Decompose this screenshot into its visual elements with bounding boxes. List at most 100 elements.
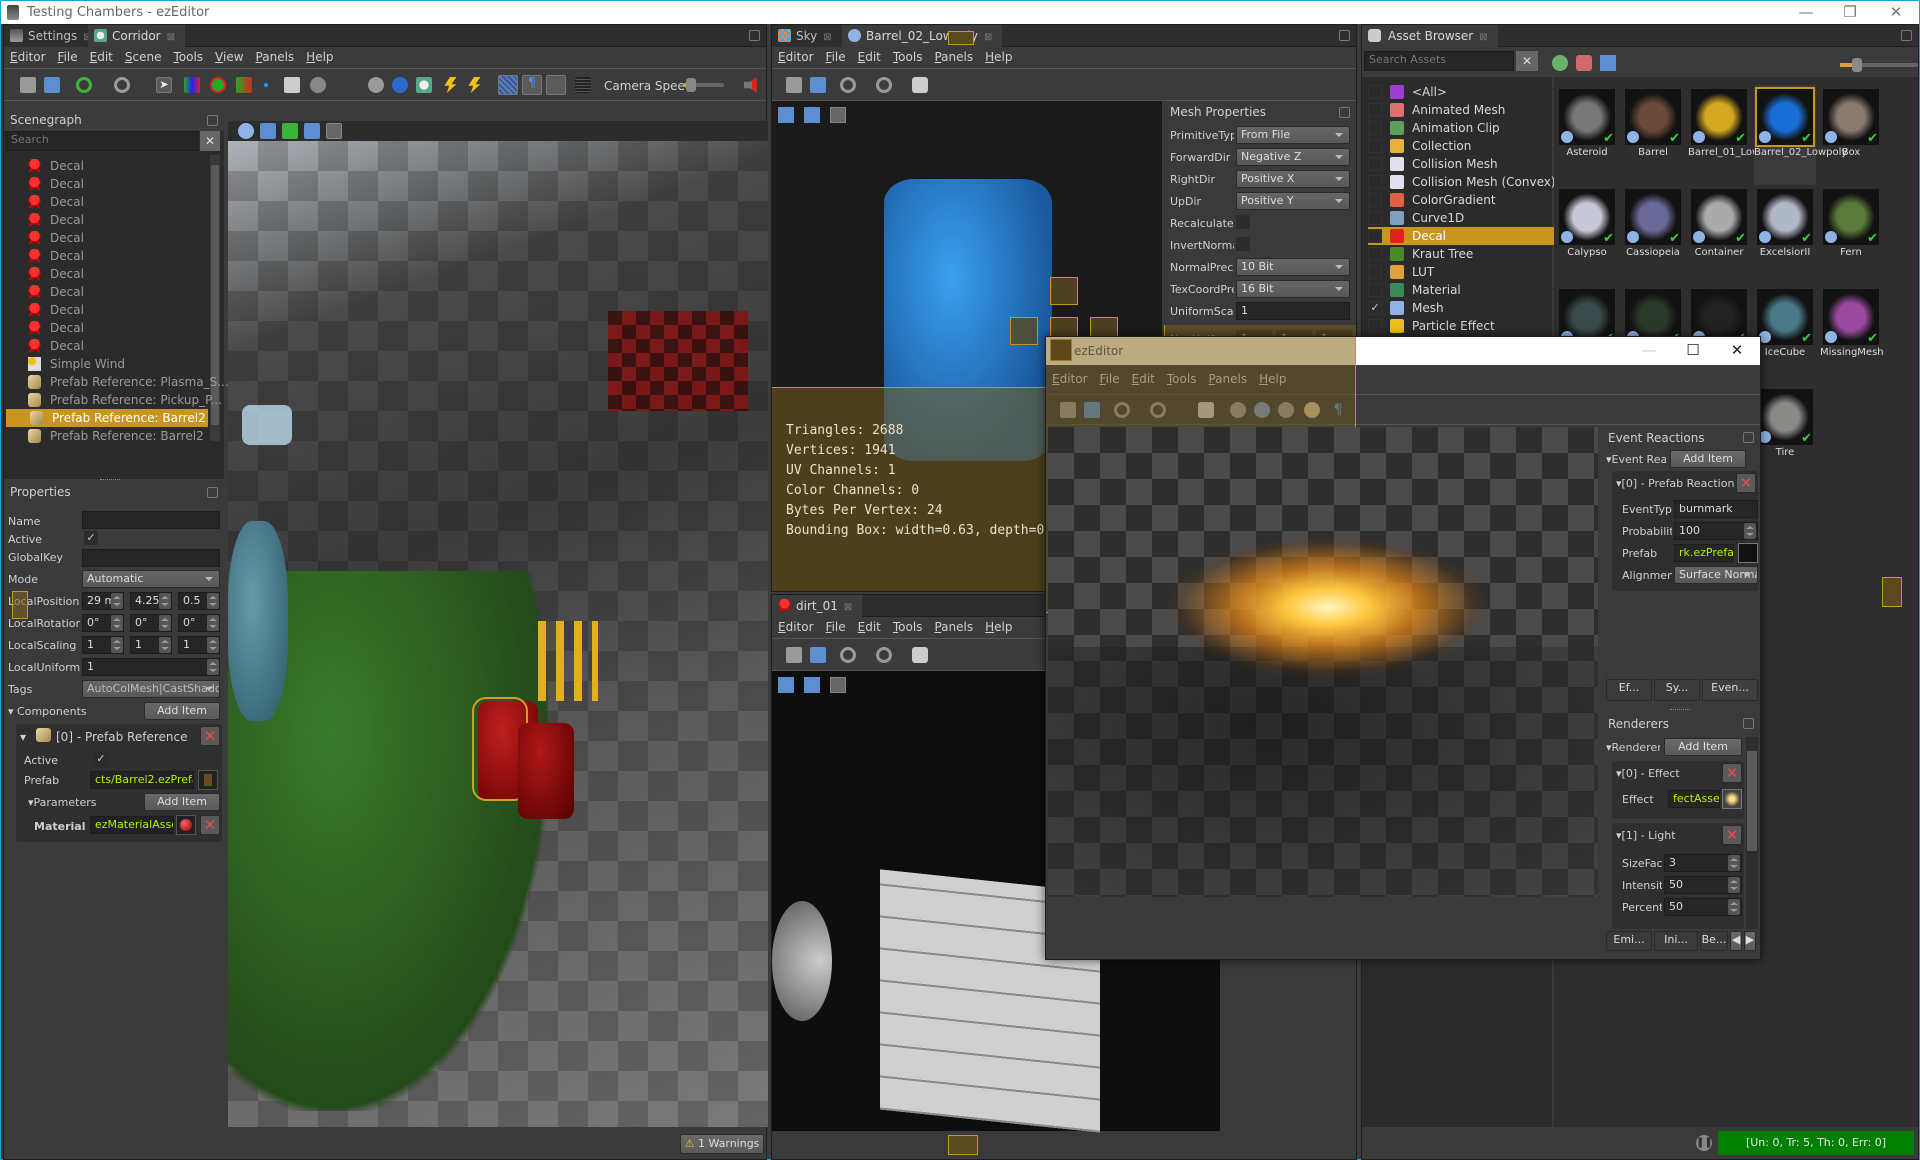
- asset-type-checkbox[interactable]: [1368, 193, 1382, 207]
- menu-edit[interactable]: Edit: [852, 47, 887, 64]
- mesh-prop-field[interactable]: 1: [1236, 302, 1350, 320]
- create-object-icon[interactable]: [284, 77, 300, 93]
- position-z-spinner[interactable]: [207, 593, 219, 609]
- minimize-button[interactable]: —: [1783, 1, 1829, 25]
- position-y-spinner[interactable]: [159, 593, 171, 609]
- asset-type-item[interactable]: Particle Effect: [1368, 317, 1558, 335]
- tab-emitters[interactable]: Emi...: [1606, 931, 1652, 951]
- thumbnail-size-handle[interactable]: [1851, 58, 1862, 72]
- asset-thumbnail[interactable]: ✔ Cassiopeia: [1622, 185, 1684, 285]
- floating-maximize-button[interactable]: ☐: [1670, 339, 1716, 363]
- refresh-assets-icon[interactable]: [1552, 55, 1568, 71]
- play-icon[interactable]: [392, 77, 408, 93]
- translate-gizmo-icon[interactable]: [184, 77, 200, 93]
- undo-icon[interactable]: [840, 77, 856, 93]
- menu-tools[interactable]: Tools: [887, 47, 929, 64]
- layout-icon[interactable]: [260, 123, 276, 139]
- scaling-x-spinner[interactable]: [111, 637, 123, 653]
- camera-object-icon[interactable]: [242, 405, 292, 445]
- active-checkbox[interactable]: ✓: [84, 531, 98, 545]
- asset-type-checkbox[interactable]: [1368, 211, 1382, 225]
- tab-corridor[interactable]: Corridor ⊠: [88, 25, 185, 47]
- rotate-gizmo-icon[interactable]: [210, 77, 226, 93]
- asset-type-item[interactable]: Animation Clip: [1368, 119, 1558, 137]
- close-tab-icon[interactable]: ⊠: [167, 27, 175, 49]
- scene-viewport[interactable]: [228, 141, 768, 1127]
- menu-edit[interactable]: Edit: [84, 47, 119, 64]
- tab-dirt-01[interactable]: dirt_01 ⊠: [772, 595, 863, 617]
- layout-icon[interactable]: [778, 677, 794, 693]
- remove-light-renderer-button[interactable]: ✕: [1722, 825, 1742, 845]
- eye-icon[interactable]: [238, 123, 254, 139]
- menu-editor[interactable]: Editor: [1046, 369, 1094, 386]
- export-assets-icon[interactable]: [1576, 55, 1592, 71]
- asset-type-checkbox[interactable]: [1368, 121, 1382, 135]
- floating-close-button[interactable]: ✕: [1714, 339, 1760, 363]
- pilcrow-icon[interactable]: ¶: [1330, 402, 1346, 418]
- menu-panels[interactable]: Panels: [250, 47, 301, 64]
- save-icon[interactable]: [20, 77, 36, 93]
- mode-dropdown[interactable]: Automatic: [82, 570, 220, 588]
- mesh-prop-dropdown[interactable]: Positive X: [1236, 170, 1350, 188]
- snap-icon[interactable]: [264, 83, 268, 87]
- save-all-icon[interactable]: [44, 77, 60, 93]
- asset-type-checkbox[interactable]: [1368, 175, 1382, 189]
- remove-material-button[interactable]: ✕: [200, 815, 220, 835]
- add-component-button[interactable]: Add Item: [144, 702, 220, 720]
- pause-effect-icon[interactable]: [1230, 402, 1246, 418]
- menu-edit[interactable]: Edit: [852, 617, 887, 634]
- sizefactor-spinner[interactable]: [1728, 855, 1740, 871]
- asset-thumbnail[interactable]: ✔ Calypso: [1556, 185, 1618, 285]
- redo-icon[interactable]: [876, 647, 892, 663]
- asset-type-checkbox[interactable]: [1368, 319, 1382, 333]
- camera-link-icon[interactable]: [830, 677, 846, 693]
- asset-type-checkbox[interactable]: [1368, 103, 1382, 117]
- probability-spinner[interactable]: [1744, 523, 1756, 539]
- tags-dropdown[interactable]: AutoColMesh|CastShadow: [82, 680, 220, 698]
- menu-view[interactable]: View: [209, 47, 249, 64]
- camera-speed-handle[interactable]: [686, 78, 696, 92]
- lightning-icon[interactable]: [468, 77, 481, 93]
- mesh-prop-dropdown[interactable]: Negative Z: [1236, 148, 1350, 166]
- add-event-reaction-button[interactable]: Add Item: [1670, 450, 1746, 468]
- asset-thumbnail[interactable]: ✔ Barrel_02_Lowpoly: [1754, 85, 1847, 185]
- intensity-spinner[interactable]: [1728, 877, 1740, 893]
- asset-type-checkbox[interactable]: ✓: [1368, 301, 1382, 315]
- float-panel-icon[interactable]: [207, 115, 218, 126]
- asset-thumbnail[interactable]: ✔ IceCube: [1754, 285, 1816, 385]
- save-icon[interactable]: [786, 77, 802, 93]
- add-renderer-button[interactable]: Add Item: [1664, 738, 1742, 756]
- asset-type-item[interactable]: Decal: [1368, 227, 1558, 245]
- transform-asset-icon[interactable]: [912, 647, 928, 663]
- asset-thumbnail[interactable]: ✔ Asteroid: [1556, 85, 1618, 185]
- add-parameter-button[interactable]: Add Item: [144, 793, 220, 811]
- sphere-icon[interactable]: [310, 77, 326, 93]
- barrel-object-2[interactable]: [518, 723, 574, 819]
- mesh-prop-dropdown[interactable]: From File: [1236, 126, 1350, 144]
- save-all-icon[interactable]: [810, 647, 826, 663]
- asset-thumbnail[interactable]: ✔ ExcelsiorII: [1754, 185, 1816, 285]
- close-tab-icon[interactable]: ⊠: [1479, 27, 1487, 49]
- uniform-scaling-field[interactable]: 1: [82, 658, 220, 676]
- menu-file[interactable]: File: [820, 47, 852, 64]
- menu-help[interactable]: Help: [300, 47, 339, 64]
- save-icon[interactable]: [786, 647, 802, 663]
- layout-icon[interactable]: [778, 107, 794, 123]
- screenshot-icon[interactable]: [804, 677, 820, 693]
- asset-type-item[interactable]: LUT: [1368, 263, 1558, 281]
- menu-editor[interactable]: Editor: [772, 617, 820, 634]
- redo-icon[interactable]: [876, 77, 892, 93]
- camera-link-icon[interactable]: [830, 107, 846, 123]
- tab-barrel-02-lowpoly[interactable]: Barrel_02_Lowpoly ⊠: [842, 25, 1003, 47]
- scrollbar-thumb[interactable]: [1747, 751, 1757, 851]
- float-panel-icon[interactable]: [1339, 107, 1350, 118]
- floating-minimize-button[interactable]: —: [1626, 339, 1672, 363]
- camera-speed-slider[interactable]: [684, 78, 724, 92]
- undo-icon[interactable]: [840, 647, 856, 663]
- mesh-prop-checkbox[interactable]: [1236, 237, 1250, 251]
- close-tab-icon[interactable]: ⊠: [823, 27, 831, 49]
- restore-button[interactable]: ❐: [1827, 1, 1873, 25]
- sound-icon[interactable]: [744, 77, 757, 93]
- scaling-y-spinner[interactable]: [159, 637, 171, 653]
- menu-panels[interactable]: Panels: [928, 617, 979, 634]
